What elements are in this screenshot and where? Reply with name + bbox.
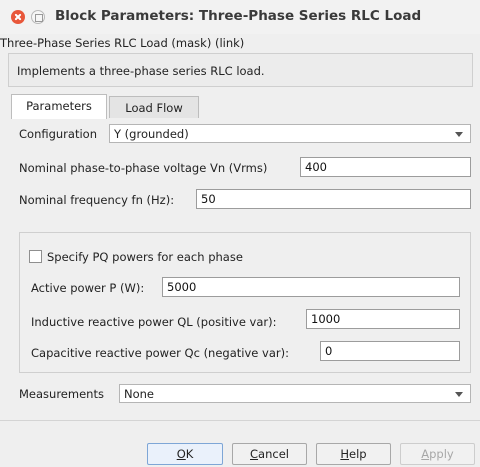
voltage-input[interactable] bbox=[300, 157, 471, 177]
ok-button[interactable]: OK bbox=[147, 443, 223, 465]
chevron-down-icon bbox=[455, 392, 463, 397]
help-label-rest: elp bbox=[349, 447, 367, 461]
mask-type-label: Three-Phase Series RLC Load (mask) (link… bbox=[0, 36, 245, 50]
description-panel: Implements a three-phase series RLC load… bbox=[8, 53, 473, 87]
measurements-label: Measurements bbox=[19, 387, 104, 401]
configuration-select[interactable]: Y (grounded) bbox=[109, 124, 471, 143]
title-bar: Block Parameters: Three-Phase Series RLC… bbox=[0, 0, 480, 34]
frequency-label: Nominal frequency fn (Hz): bbox=[19, 193, 175, 207]
configuration-value: Y (grounded) bbox=[114, 127, 189, 141]
cancel-mnemonic: C bbox=[250, 447, 259, 461]
configuration-label: Configuration bbox=[19, 127, 97, 141]
minimize-icon[interactable] bbox=[31, 10, 45, 24]
apply-mnemonic: A bbox=[421, 447, 430, 461]
apply-button[interactable]: Apply bbox=[400, 443, 475, 465]
description-text: Implements a three-phase series RLC load… bbox=[17, 64, 265, 78]
button-divider bbox=[0, 420, 480, 421]
active-power-input[interactable] bbox=[162, 277, 460, 297]
ok-mnemonic: O bbox=[176, 447, 186, 461]
cancel-label-rest: ancel bbox=[258, 447, 289, 461]
tab-load-flow[interactable]: Load Flow bbox=[109, 96, 199, 118]
voltage-label: Nominal phase-to-phase voltage Vn (Vrms) bbox=[19, 161, 268, 175]
window-title: Block Parameters: Three-Phase Series RLC… bbox=[55, 8, 422, 24]
capacitive-power-label: Capacitive reactive power Qc (negative v… bbox=[31, 346, 289, 360]
pq-checkbox-label: Specify PQ powers for each phase bbox=[47, 250, 243, 264]
tab-parameters[interactable]: Parameters bbox=[11, 94, 107, 119]
chevron-down-icon bbox=[455, 132, 463, 137]
active-power-label: Active power P (W): bbox=[31, 281, 145, 295]
measurements-select[interactable]: None bbox=[119, 384, 471, 403]
inductive-power-input[interactable] bbox=[306, 309, 460, 329]
close-icon[interactable] bbox=[11, 10, 25, 24]
apply-label-rest: pply bbox=[429, 447, 454, 461]
help-mnemonic: H bbox=[340, 447, 350, 461]
inductive-power-label: Inductive reactive power QL (positive va… bbox=[31, 315, 277, 329]
capacitive-power-input[interactable] bbox=[320, 341, 460, 361]
pq-checkbox[interactable] bbox=[29, 250, 42, 263]
ok-label-rest: K bbox=[185, 447, 194, 461]
cancel-button[interactable]: Cancel bbox=[232, 443, 307, 465]
help-button[interactable]: Help bbox=[316, 443, 391, 465]
frequency-input[interactable] bbox=[196, 189, 471, 209]
measurements-value: None bbox=[124, 387, 155, 401]
